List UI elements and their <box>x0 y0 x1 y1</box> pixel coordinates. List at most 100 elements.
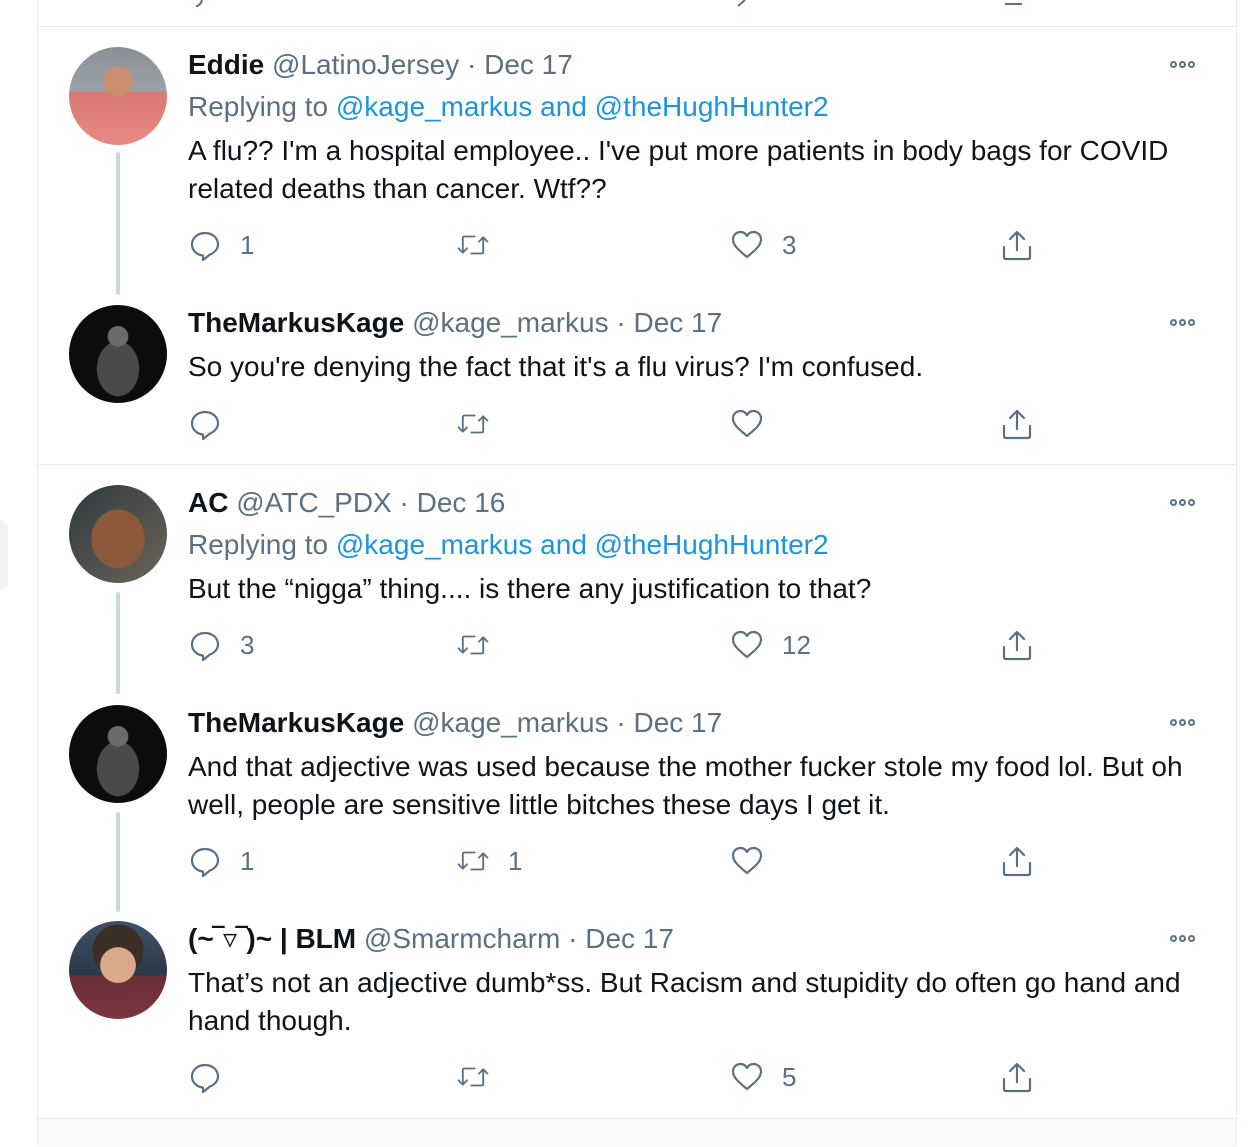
thread-connector <box>116 152 120 295</box>
more-icon[interactable] <box>1170 61 1197 68</box>
retweet-button[interactable] <box>456 407 508 441</box>
share-icon <box>1002 846 1032 877</box>
reply-button[interactable] <box>188 1060 240 1094</box>
reply-button[interactable] <box>188 407 240 441</box>
share-button[interactable] <box>1000 628 1034 662</box>
meta-separator: · <box>608 707 634 738</box>
reply-icon <box>190 631 220 662</box>
tweet-date[interactable]: Dec 17 <box>484 49 573 80</box>
reply-button[interactable]: 1 <box>188 844 254 878</box>
like-button[interactable] <box>730 407 782 441</box>
retweet-icon <box>457 1067 489 1087</box>
tweet-date[interactable]: Dec 16 <box>417 487 506 518</box>
tweet-text: And that adjective was used because the … <box>188 751 1183 820</box>
author-name[interactable]: TheMarkusKage <box>188 307 404 338</box>
more-icon[interactable] <box>1170 935 1197 942</box>
like-button[interactable] <box>730 844 782 878</box>
more-icon[interactable] <box>1170 719 1197 726</box>
replying-prefix: Replying to <box>188 529 336 560</box>
partial-action-row-icons <box>195 0 1022 7</box>
avatar[interactable] <box>69 305 167 403</box>
thread-connector <box>116 592 120 694</box>
heart-icon <box>731 846 763 875</box>
like-count: 3 <box>782 229 797 260</box>
more-icon[interactable] <box>1170 319 1197 326</box>
thread-connector <box>116 812 120 912</box>
mention-and: and <box>532 91 595 122</box>
more-icon[interactable] <box>1170 499 1197 506</box>
reply-count: 1 <box>240 845 255 876</box>
avatar[interactable] <box>69 47 167 145</box>
retweet-icon <box>457 414 489 434</box>
retweet-icon <box>457 851 489 871</box>
author-handle[interactable]: @kage_markus <box>412 707 609 738</box>
share-button[interactable] <box>1000 1060 1034 1094</box>
retweet-icon <box>457 235 489 255</box>
retweet-icon <box>457 635 489 655</box>
avatar[interactable] <box>69 921 167 1019</box>
author-name[interactable]: TheMarkusKage <box>188 707 404 738</box>
tweet-header: (~‾▿‾)~ | BLM @Smarmcharm · Dec 17 <box>188 922 674 956</box>
mention-and: and <box>532 529 595 560</box>
tweet-header: TheMarkusKage @kage_markus · Dec 17 <box>188 706 722 740</box>
scrollbar-stub[interactable] <box>0 520 8 590</box>
retweet-button[interactable]: 1 <box>456 844 522 878</box>
like-button[interactable]: 12 <box>730 628 811 662</box>
reply-button[interactable]: 3 <box>188 628 254 662</box>
replying-to: Replying to @kage_markus and @theHughHun… <box>188 528 829 562</box>
divider-middle <box>38 464 1236 465</box>
reply-icon <box>190 231 220 262</box>
mention-link[interactable]: @theHughHunter2 <box>595 91 829 122</box>
share-icon <box>1002 230 1032 261</box>
replying-to: Replying to @kage_markus and @theHughHun… <box>188 90 829 124</box>
tweet-text: A flu?? I'm a hospital employee.. I've p… <box>188 135 1169 204</box>
avatar[interactable] <box>69 485 167 583</box>
like-count: 12 <box>782 629 811 660</box>
reply-count: 3 <box>240 629 255 660</box>
like-button[interactable]: 5 <box>730 1060 796 1094</box>
share-button[interactable] <box>1000 228 1034 262</box>
heart-icon <box>731 1062 763 1091</box>
meta-separator: · <box>608 307 634 338</box>
tweet-header: AC @ATC_PDX · Dec 16 <box>188 486 505 520</box>
tweet-date[interactable]: Dec 17 <box>633 307 722 338</box>
author-handle[interactable]: @Smarmcharm <box>364 923 560 954</box>
author-handle[interactable]: @kage_markus <box>412 307 609 338</box>
tweet-text: So you're denying the fact that it's a f… <box>188 351 924 382</box>
author-name[interactable]: Eddie <box>188 49 264 80</box>
retweet-button[interactable] <box>456 1060 508 1094</box>
reply-count: 1 <box>240 229 255 260</box>
tweet-text: That’s not an adjective dumb*ss. But Rac… <box>188 967 1181 1036</box>
reply-button[interactable]: 1 <box>188 228 254 262</box>
author-name[interactable]: (~‾▿‾)~ | BLM <box>188 923 356 954</box>
timeline-left-border <box>37 0 38 1146</box>
meta-separator: · <box>391 487 417 518</box>
tweet-header: TheMarkusKage @kage_markus · Dec 17 <box>188 306 722 340</box>
heart-icon <box>731 630 763 659</box>
author-handle[interactable]: @LatinoJersey <box>272 49 459 80</box>
timeline-right-border <box>1236 0 1237 1146</box>
retweet-count: 1 <box>508 845 523 876</box>
avatar[interactable] <box>69 705 167 803</box>
meta-separator: · <box>459 49 485 80</box>
share-icon <box>1002 1062 1032 1093</box>
like-count: 5 <box>782 1061 797 1092</box>
tweet-date[interactable]: Dec 17 <box>633 707 722 738</box>
meta-separator: · <box>560 923 586 954</box>
tweet-date[interactable]: Dec 17 <box>585 923 674 954</box>
mention-link[interactable]: @kage_markus <box>336 91 533 122</box>
share-icon <box>1002 409 1032 440</box>
mention-link[interactable]: @kage_markus <box>336 529 533 560</box>
tweet-text: But the “nigga” thing.... is there any j… <box>188 573 872 604</box>
divider-top <box>38 26 1236 27</box>
author-handle[interactable]: @ATC_PDX <box>236 487 392 518</box>
mention-link[interactable]: @theHughHunter2 <box>595 529 829 560</box>
like-button[interactable]: 3 <box>730 228 796 262</box>
author-name[interactable]: AC <box>188 487 228 518</box>
heart-icon <box>731 230 763 259</box>
retweet-button[interactable] <box>456 628 508 662</box>
reply-icon <box>190 1063 220 1094</box>
share-button[interactable] <box>1000 407 1034 441</box>
retweet-button[interactable] <box>456 228 508 262</box>
share-button[interactable] <box>1000 844 1034 878</box>
